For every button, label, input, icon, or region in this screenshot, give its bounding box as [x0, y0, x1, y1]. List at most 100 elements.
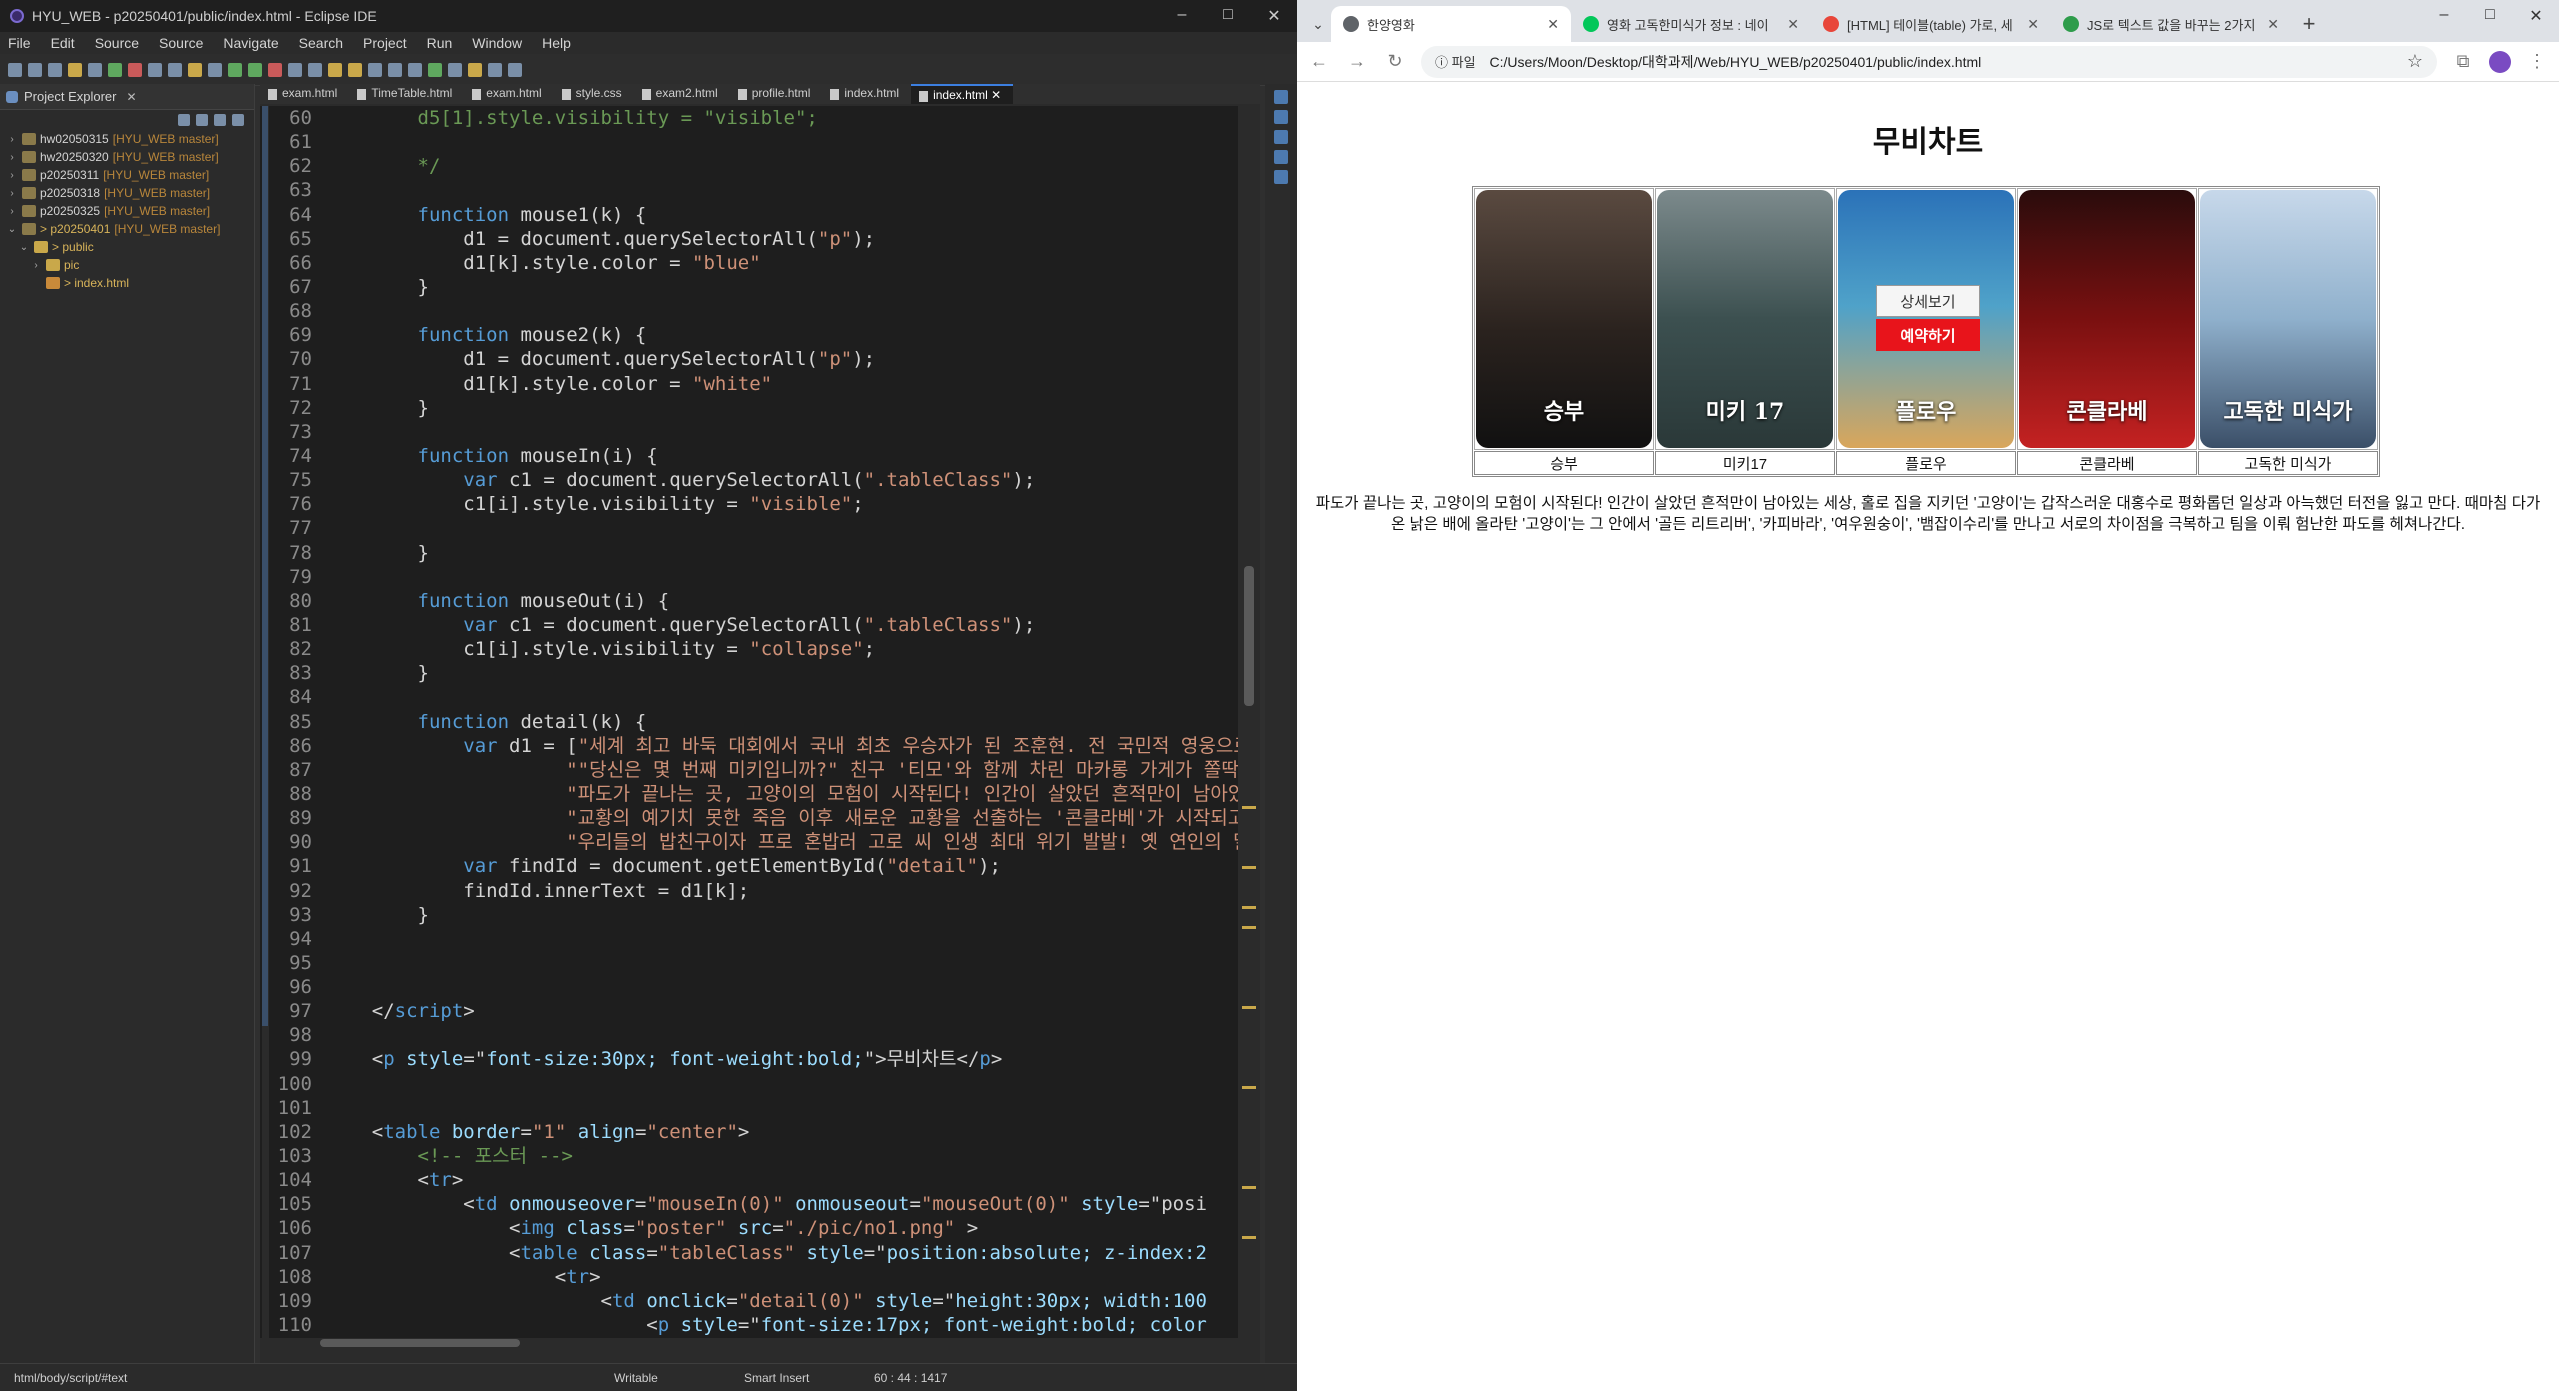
expand-arrow-icon[interactable]: › — [6, 134, 18, 145]
close-icon[interactable]: ✕ — [2027, 16, 2039, 33]
editor-tab[interactable]: exam.html — [260, 84, 349, 104]
menu-item[interactable]: Edit — [51, 35, 75, 51]
maximize-button[interactable]: □ — [2467, 6, 2513, 26]
editor-tab[interactable]: exam.html — [464, 84, 553, 104]
movie-cell[interactable]: 콘클라베 콘클라베 — [2017, 188, 2197, 475]
tree-item[interactable]: › hw20250320 [HYU_WEB master] — [0, 148, 254, 166]
poster-image[interactable]: 플로우 상세보기 예약하기 — [1838, 190, 2014, 448]
editor-tab[interactable]: index.html — [822, 84, 911, 104]
tree-item[interactable]: › p20250318 [HYU_WEB master] — [0, 184, 254, 202]
toolbar-icon[interactable] — [188, 62, 202, 77]
tab-search-icon[interactable]: ⌄ — [1305, 6, 1331, 42]
movie-poster[interactable]: 승부 — [1474, 188, 1654, 450]
editor-tab[interactable]: TimeTable.html — [349, 84, 464, 104]
profile-avatar[interactable] — [2489, 50, 2511, 73]
extensions-icon[interactable]: ⧉ — [2451, 51, 2475, 72]
editor-tab[interactable]: style.css — [554, 84, 634, 104]
toolbar-icon[interactable] — [348, 62, 362, 77]
movie-cell[interactable]: 승부 승부 — [1474, 188, 1654, 475]
filter-icon[interactable] — [214, 114, 226, 126]
minimize-button[interactable]: – — [2421, 6, 2467, 26]
forward-icon[interactable]: → — [1345, 51, 1369, 72]
site-info-icon[interactable]: ⓘ 파일 — [1435, 52, 1476, 71]
expand-arrow-icon[interactable]: ⌄ — [6, 224, 18, 235]
toolbar-icon[interactable] — [368, 62, 382, 77]
view-menu-icon[interactable] — [232, 114, 244, 126]
browser-tab[interactable]: 영화 고독한미식가 정보 : 네이 ✕ — [1571, 6, 1811, 42]
toolbar-icon[interactable] — [128, 62, 142, 77]
menu-item[interactable]: Source — [95, 35, 139, 51]
editor-tab[interactable]: index.html ✕ — [911, 84, 1014, 104]
address-bar[interactable]: ⓘ 파일 C:/Users/Moon/Desktop/대학과제/Web/HYU_… — [1421, 45, 2437, 78]
outline-icon[interactable] — [1274, 110, 1288, 124]
toolbar-icon[interactable] — [328, 62, 342, 77]
menu-item[interactable]: Window — [472, 35, 522, 51]
problems-icon[interactable] — [1274, 170, 1288, 184]
toolbar-icon[interactable] — [168, 62, 182, 77]
movie-poster[interactable]: 고독한 미식가 — [2198, 188, 2378, 450]
tree-item[interactable]: › p20250325 [HYU_WEB master] — [0, 202, 254, 220]
browser-tab[interactable]: JS로 텍스트 값을 바꾸는 2가지 ✕ — [2051, 6, 2291, 42]
scrollbar-thumb[interactable] — [1244, 566, 1254, 706]
expand-arrow-icon[interactable]: › — [30, 260, 42, 271]
editor-scrollbar[interactable] — [1238, 106, 1260, 1338]
tasks-icon[interactable] — [1274, 130, 1288, 144]
reload-icon[interactable]: ↻ — [1383, 51, 1407, 72]
expand-arrow-icon[interactable]: › — [6, 170, 18, 181]
editor-tab[interactable]: profile.html — [730, 84, 823, 104]
toolbar-icon[interactable] — [208, 62, 222, 77]
toolbar-icon[interactable] — [488, 62, 502, 77]
toolbar-icon[interactable] — [448, 62, 462, 77]
toolbar-icon[interactable] — [8, 62, 22, 77]
menu-item[interactable]: Source — [159, 35, 203, 51]
movie-poster[interactable]: 플로우 상세보기 예약하기 — [1836, 188, 2016, 450]
expand-arrow-icon[interactable]: ⌄ — [18, 242, 30, 253]
bookmark-star-icon[interactable]: ☆ — [2407, 51, 2423, 72]
poster-image[interactable]: 고독한 미식가 — [2200, 190, 2376, 448]
movie-cell[interactable]: 플로우 상세보기 예약하기 플로우 — [1836, 188, 2016, 475]
close-icon[interactable]: ✕ — [1547, 16, 1559, 33]
expand-arrow-icon[interactable]: › — [6, 188, 18, 199]
menu-item[interactable]: Help — [542, 35, 571, 51]
expand-arrow-icon[interactable]: › — [6, 206, 18, 217]
browser-tab[interactable]: [HTML] 테이블(table) 가로, 세 ✕ — [1811, 6, 2051, 42]
menu-item[interactable]: File — [8, 35, 31, 51]
toolbar-icon[interactable] — [48, 62, 62, 77]
browser-tab[interactable]: 한양영화 ✕ — [1331, 6, 1571, 42]
tree-item[interactable]: › hw02050315 [HYU_WEB master] — [0, 130, 254, 148]
toolbar-icon[interactable] — [408, 62, 422, 77]
tree-item[interactable]: ⌄ > public — [0, 238, 254, 256]
toolbar-icon[interactable] — [28, 62, 42, 77]
perspective-icon[interactable] — [1274, 90, 1288, 104]
console-icon[interactable] — [1274, 150, 1288, 164]
toolbar-icon[interactable] — [228, 62, 242, 77]
toolbar-icon[interactable] — [108, 62, 122, 77]
tree-item[interactable]: > index.html — [0, 274, 254, 292]
code-editor[interactable]: 60 d5[1].style.visibility = "visible"; 61… — [260, 106, 1250, 1338]
close-icon[interactable]: ✕ — [2267, 16, 2279, 33]
tree-item[interactable]: › p20250311 [HYU_WEB master] — [0, 166, 254, 184]
tree-item[interactable]: › pic — [0, 256, 254, 274]
movie-cell[interactable]: 미키 17 미키17 — [1655, 188, 1835, 475]
menu-icon[interactable]: ⋮ — [2525, 51, 2549, 72]
close-icon[interactable]: ✕ — [126, 90, 136, 104]
url-text[interactable]: C:/Users/Moon/Desktop/대학과제/Web/HYU_WEB/p… — [1490, 52, 1982, 72]
toolbar-icon[interactable] — [88, 62, 102, 77]
collapse-all-icon[interactable] — [178, 114, 190, 126]
close-button[interactable]: ✕ — [1251, 6, 1297, 26]
editor-tab[interactable]: exam2.html — [634, 84, 730, 104]
toolbar-icon[interactable] — [288, 62, 302, 77]
poster-image[interactable]: 미키 17 — [1657, 190, 1833, 448]
menu-item[interactable]: Project — [363, 35, 407, 51]
poster-image[interactable]: 콘클라베 — [2019, 190, 2195, 448]
back-icon[interactable]: ← — [1307, 51, 1331, 72]
toolbar-icon[interactable] — [268, 62, 282, 77]
menu-item[interactable]: Search — [299, 35, 343, 51]
toolbar-icon[interactable] — [468, 62, 482, 77]
new-tab-button[interactable]: + — [2291, 6, 2327, 42]
detail-button[interactable]: 상세보기 — [1876, 285, 1980, 317]
toolbar-icon[interactable] — [508, 62, 522, 77]
toolbar-icon[interactable] — [388, 62, 402, 77]
toolbar-icon[interactable] — [248, 62, 262, 77]
horizontal-scrollbar-thumb[interactable] — [320, 1339, 520, 1347]
